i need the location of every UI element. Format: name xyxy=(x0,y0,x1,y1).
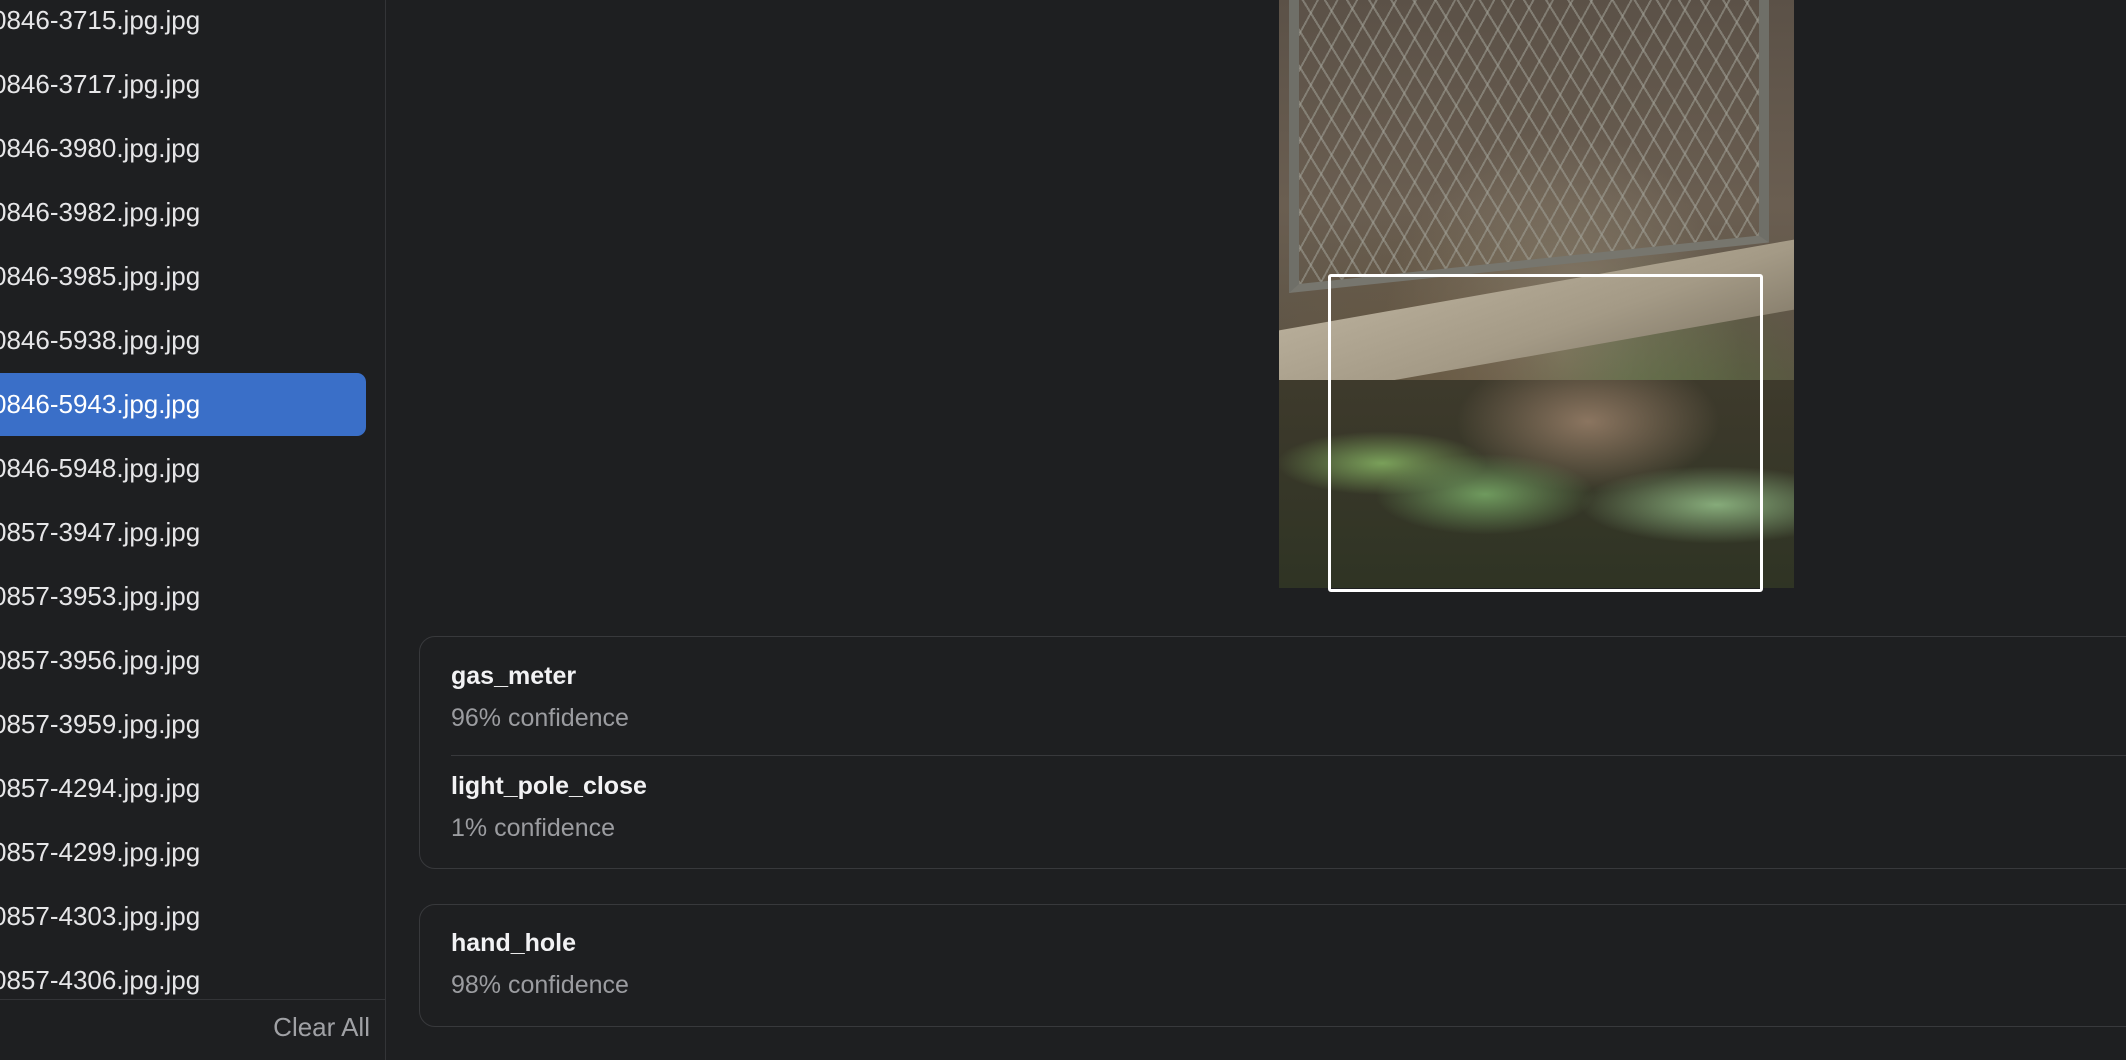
file-list-item[interactable]: 0857-4306.jpg.jpg xyxy=(0,949,366,998)
clear-all-button[interactable]: Clear All xyxy=(273,1012,370,1043)
file-list-item[interactable]: 0857-3959.jpg.jpg xyxy=(0,693,366,755)
prediction-item: hand_hole 98% confidence xyxy=(451,928,629,1000)
prediction-item: gas_meter 96% confidence xyxy=(451,661,629,733)
sidebar: 0846-3715.jpg.jpg 0846-3717.jpg.jpg 0846… xyxy=(0,0,386,1060)
file-list-item[interactable]: 0846-5948.jpg.jpg xyxy=(0,437,366,499)
divider xyxy=(451,755,2126,756)
meter-cage xyxy=(1289,0,1769,294)
prediction-card: hand_hole 98% confidence xyxy=(419,904,2126,1027)
prediction-label: hand_hole xyxy=(451,929,577,957)
file-list-item[interactable]: 0846-5938.jpg.jpg xyxy=(0,309,366,371)
prediction-card: gas_meter 96% confidence light_pole_clos… xyxy=(419,636,2126,869)
file-list: 0846-3715.jpg.jpg 0846-3717.jpg.jpg 0846… xyxy=(0,0,386,998)
file-list-item[interactable]: 0857-4299.jpg.jpg xyxy=(0,821,366,883)
prediction-item: light_pole_close 1% confidence xyxy=(451,771,647,843)
prediction-confidence: 96% confidence xyxy=(451,704,629,732)
file-list-item[interactable]: 0846-3982.jpg.jpg xyxy=(0,181,366,243)
file-list-item[interactable]: 0846-3985.jpg.jpg xyxy=(0,245,366,307)
prediction-confidence: 98% confidence xyxy=(451,971,629,999)
file-list-item[interactable]: 0857-3956.jpg.jpg xyxy=(0,629,366,691)
file-list-item[interactable]: 0846-3717.jpg.jpg xyxy=(0,53,366,115)
file-list-item[interactable]: 0846-3715.jpg.jpg xyxy=(0,0,366,51)
prediction-label: light_pole_close xyxy=(451,772,647,800)
file-list-item[interactable]: 0857-4303.jpg.jpg xyxy=(0,885,366,947)
file-list-item[interactable]: 0857-4294.jpg.jpg xyxy=(0,757,366,819)
file-list-item[interactable]: 0857-3947.jpg.jpg xyxy=(0,501,366,563)
prediction-label: gas_meter xyxy=(451,662,577,690)
detection-panel: gas_meter 96% confidence light_pole_clos… xyxy=(387,0,2126,1060)
bounding-box xyxy=(1328,274,1763,592)
file-list-item[interactable]: 0846-3980.jpg.jpg xyxy=(0,117,366,179)
file-list-item[interactable]: 0857-3953.jpg.jpg xyxy=(0,565,366,627)
prediction-confidence: 1% confidence xyxy=(451,814,616,842)
sidebar-footer: Clear All xyxy=(0,999,385,1060)
file-list-item-selected[interactable]: 0846-5943.jpg.jpg xyxy=(0,373,366,436)
